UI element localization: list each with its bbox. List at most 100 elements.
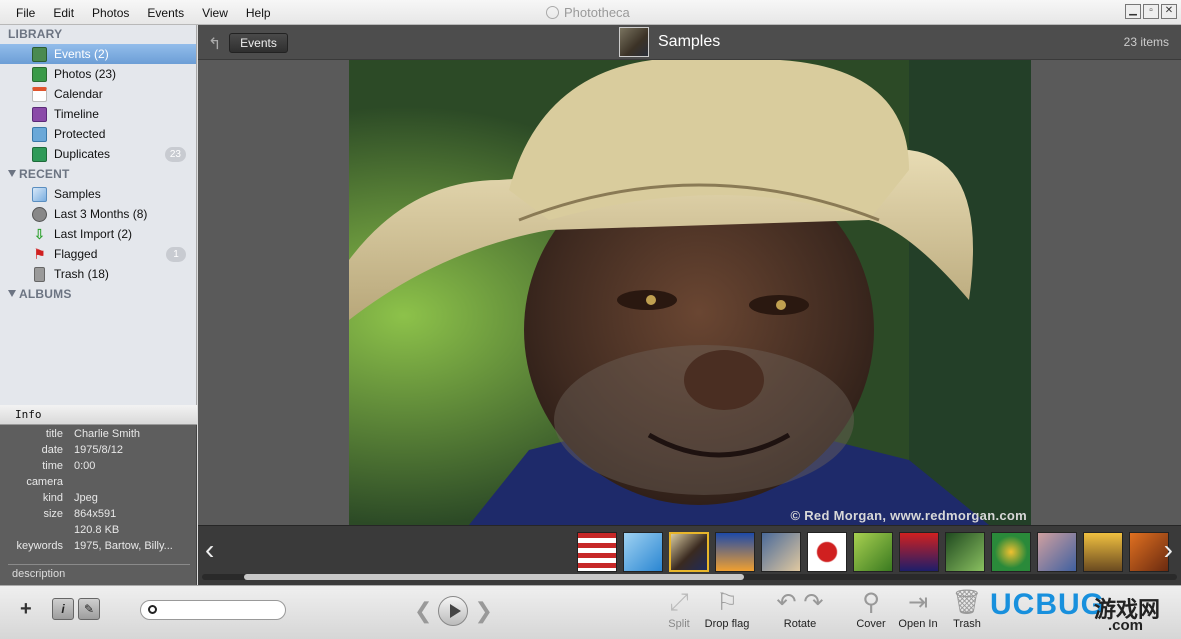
info-row-time: time 0:00 — [0, 460, 197, 476]
sidebar-item-label: Events (2) — [54, 47, 109, 61]
portrait-photo-thumb[interactable] — [669, 532, 709, 572]
sidebar-item-label: Duplicates — [54, 147, 111, 161]
filmstrip-scrollbar[interactable] — [202, 574, 1177, 580]
ucbug-domain: .com — [1108, 617, 1144, 634]
sidebar-item-label: Photos (23) — [54, 67, 117, 81]
sidebar-item-calendar[interactable]: Calendar — [0, 84, 196, 104]
info-key: kind — [42, 492, 63, 504]
rainbow-photo-thumb[interactable] — [761, 532, 801, 572]
drop-flag-button[interactable]: ⚐ Drop flag — [699, 588, 755, 636]
rotate-label: Rotate — [783, 618, 817, 630]
maximize-icon[interactable]: ▫ — [1143, 4, 1159, 19]
info-tab-label: Info — [15, 408, 42, 421]
sidebar-item-label: Flagged — [54, 247, 98, 261]
info-value[interactable]: 0:00 — [74, 460, 95, 472]
sidebar: LIBRARY Events (2) Photos (23) Calendar … — [0, 25, 197, 405]
menu-view[interactable]: View — [202, 6, 228, 20]
sidebar-item-protected[interactable]: Protected — [0, 124, 196, 144]
sidebar-item-samples[interactable]: Samples — [0, 184, 196, 204]
slideshow-controls: ❮ ❯ — [414, 596, 493, 626]
info-row-kind: kind Jpeg — [0, 492, 197, 508]
collapse-triangle-icon — [8, 290, 16, 297]
portrait-photo-image — [349, 60, 1031, 525]
sidebar-item-last-import[interactable]: ⇩ Last Import (2) — [0, 224, 196, 244]
sidebar-item-trash[interactable]: Trash (18) — [0, 264, 196, 284]
main-photo[interactable]: © Red Morgan, www.redmorgan.com — [349, 60, 1031, 525]
recent-header[interactable]: RECENT — [8, 167, 70, 181]
info-value[interactable]: 1975, Bartow, Billy... — [74, 540, 173, 552]
flag-icon: ⚑ — [33, 246, 46, 262]
menu-events[interactable]: Events — [147, 6, 184, 20]
info-value: 120.8 KB — [74, 524, 120, 536]
main-view: ↰ Events Samples 23 items © Red Morgan, … — [198, 25, 1181, 585]
sidebar-item-last-3-months[interactable]: Last 3 Months (8) — [0, 204, 196, 224]
info-value[interactable]: 1975/8/12 — [74, 444, 123, 456]
info-value: Jpeg — [74, 492, 98, 504]
previous-photo-icon[interactable]: ❮ — [414, 598, 432, 624]
sidebar-item-duplicates[interactable]: Duplicates 23 — [0, 144, 196, 164]
events-back-button[interactable]: Events — [229, 33, 288, 53]
info-row-date: date 1975/8/12 — [0, 444, 197, 460]
play-slideshow-button[interactable] — [438, 596, 469, 626]
calendar-icon — [32, 87, 47, 102]
menu-edit[interactable]: Edit — [53, 6, 74, 20]
menu-file[interactable]: File — [16, 6, 35, 20]
photo-watermark: © Red Morgan, www.redmorgan.com — [790, 508, 1027, 523]
flag-photo-thumb[interactable] — [577, 532, 617, 572]
red-hat-photo-thumb[interactable] — [899, 532, 939, 572]
edit-toggle-button[interactable]: ✎ — [78, 598, 100, 620]
sidebar-item-photos[interactable]: Photos (23) — [0, 64, 196, 84]
blue-sky-photo-thumb[interactable] — [623, 532, 663, 572]
photos-icon — [32, 67, 47, 82]
info-tab[interactable]: Info — [0, 405, 197, 425]
back-arrow-icon[interactable]: ↰ — [208, 34, 221, 54]
info-value[interactable]: Charlie Smith — [74, 428, 140, 440]
scrollbar-thumb[interactable] — [244, 574, 744, 580]
close-icon[interactable]: ✕ — [1161, 4, 1177, 19]
window-title: Phototheca — [546, 5, 630, 20]
albums-header[interactable]: ALBUMS — [8, 287, 72, 301]
festival-photo-thumb[interactable] — [1083, 532, 1123, 572]
info-toggle-button[interactable]: i — [52, 598, 74, 620]
next-photo-icon[interactable]: ❯ — [474, 598, 492, 624]
search-input[interactable] — [163, 603, 278, 617]
menu-help[interactable]: Help — [246, 6, 271, 20]
costume-photo-thumb[interactable] — [991, 532, 1031, 572]
filmstrip-prev-icon[interactable]: ‹ — [205, 536, 214, 564]
menu-bar: File Edit Photos Events View Help Photot… — [0, 0, 1181, 25]
info-icon: i — [61, 602, 65, 616]
clock-icon — [32, 207, 47, 222]
sidebar-item-flagged[interactable]: ⚑ Flagged 1 — [0, 244, 196, 264]
add-icon[interactable]: + — [20, 598, 32, 621]
sidebar-item-timeline[interactable]: Timeline — [0, 104, 196, 124]
trash-button[interactable]: 🗑 Trash — [939, 588, 995, 636]
duplicates-count-badge: 23 — [164, 147, 186, 162]
timeline-icon — [32, 107, 47, 122]
info-value: 864x591 — [74, 508, 117, 520]
info-panel: Info title Charlie Smith date 1975/8/12 … — [0, 405, 197, 585]
crowd-photo-thumb[interactable] — [1037, 532, 1077, 572]
red-flower-photo-thumb[interactable] — [807, 532, 847, 572]
info-row-size: size 864x591 — [0, 508, 197, 524]
flagged-count-badge: 1 — [166, 247, 186, 262]
green-plant-photo-thumb[interactable] — [945, 532, 985, 572]
filmstrip-next-icon[interactable]: › — [1164, 536, 1173, 564]
green-leaves-photo-thumb[interactable] — [853, 532, 893, 572]
shuttle-launch-photo-thumb[interactable] — [715, 532, 755, 572]
info-row-keywords: keywords 1975, Bartow, Billy... — [0, 540, 197, 556]
sidebar-item-label: Calendar — [54, 87, 103, 101]
search-box[interactable] — [140, 600, 286, 620]
trash-label: Trash — [953, 618, 981, 630]
minimize-icon[interactable]: ▁ — [1125, 4, 1141, 19]
sidebar-item-label: Protected — [54, 127, 106, 141]
menu-photos[interactable]: Photos — [92, 6, 129, 20]
rotate-button[interactable]: ↶ ↷ Rotate — [772, 588, 828, 636]
info-key: date — [41, 444, 63, 456]
ucbug-brand: UCBUG — [990, 588, 1105, 621]
ucbug-watermark-logo: UCBUG 游戏网 .com — [990, 586, 1180, 638]
top-bar: ↰ Events Samples 23 items — [198, 25, 1181, 60]
sidebar-item-events[interactable]: Events (2) — [0, 44, 196, 64]
open-in-button[interactable]: ⇥ Open In — [890, 588, 946, 636]
description-field[interactable]: description — [8, 564, 190, 580]
info-row-title: title Charlie Smith — [0, 428, 197, 444]
